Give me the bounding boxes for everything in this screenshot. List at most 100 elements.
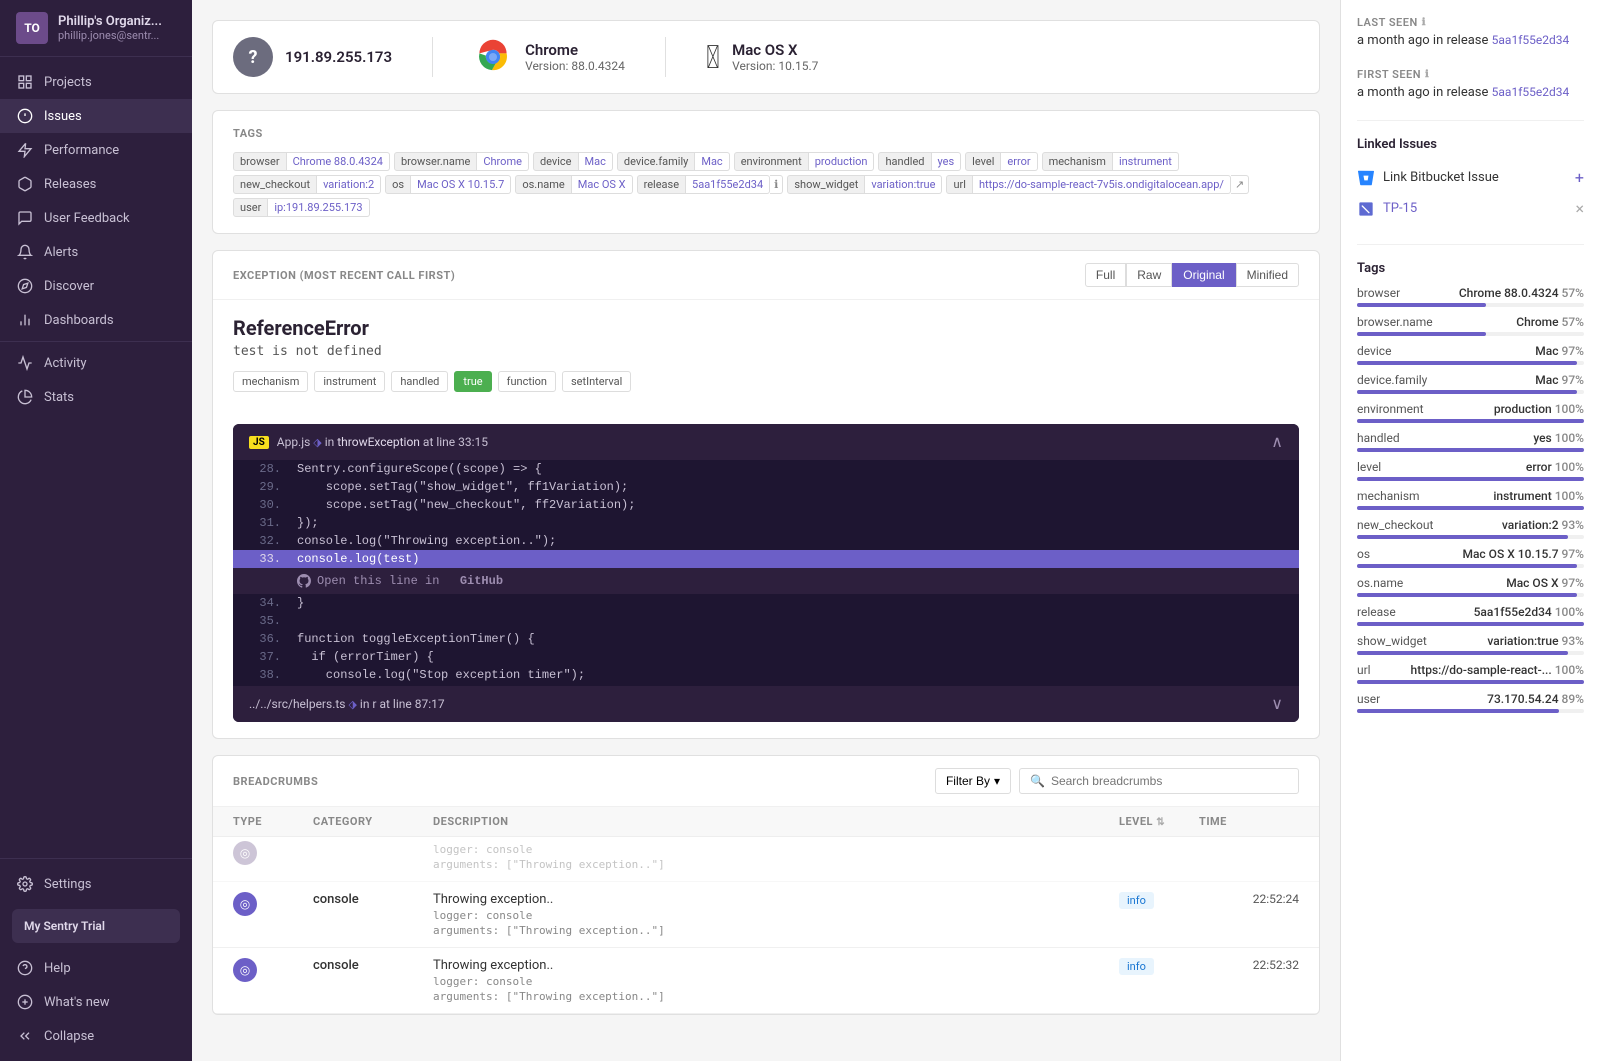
bc-desc-args-1: arguments: ["Throwing exception.."]	[433, 924, 1119, 937]
tag-stat-name: show_widget	[1357, 634, 1427, 648]
tag-stat-row: user 73.170.54.24 89%	[1357, 692, 1584, 713]
tag-key: os	[385, 175, 411, 194]
sidebar-item-discover[interactable]: Discover	[0, 269, 192, 303]
tag-key: new_checkout	[233, 175, 317, 194]
bc-desc-2: Throwing exception.. logger: console arg…	[433, 958, 1119, 1003]
sidebar-item-help[interactable]: Help	[0, 951, 192, 985]
filter-tag-mechanism[interactable]: mechanism	[233, 371, 308, 392]
tag-browser[interactable]: browser Chrome 88.0.4324	[233, 152, 390, 171]
sidebar-item-whats-new[interactable]: What's new	[0, 985, 192, 1019]
add-linked-issue-button[interactable]: +	[1575, 168, 1584, 187]
tag-value: https://do-sample-react-7v5is.ondigitalo…	[973, 175, 1231, 194]
view-raw-button[interactable]: Raw	[1126, 263, 1172, 287]
browser-details: Chrome Version: 88.0.4324	[525, 41, 625, 73]
first-seen-release-link[interactable]: 5aa1f55e2d34	[1492, 85, 1570, 99]
tag-level[interactable]: level error	[965, 152, 1037, 171]
sidebar-item-label: Performance	[44, 143, 119, 158]
sidebar-item-label: User Feedback	[44, 211, 130, 226]
tp15-left: TP-15	[1357, 200, 1417, 218]
tag-new-checkout[interactable]: new_checkout variation:2	[233, 175, 381, 194]
tag-bar-bg	[1357, 622, 1584, 626]
os-version: Version: 10.15.7	[732, 59, 818, 73]
first-seen-section: FIRST SEEN ℹ a month ago in release 5aa1…	[1357, 68, 1584, 100]
bc-level-2: info	[1119, 958, 1199, 975]
tag-key: handled	[878, 152, 931, 171]
sidebar-item-activity[interactable]: Activity	[0, 346, 192, 380]
tag-bar-fill	[1357, 564, 1577, 568]
remove-linked-issue-button[interactable]: ×	[1575, 199, 1584, 218]
sidebar-item-user-feedback[interactable]: User Feedback	[0, 201, 192, 235]
bc-level-1: info	[1119, 892, 1199, 909]
divider-2	[665, 37, 666, 77]
tag-stat-value: variation:true 93%	[1487, 634, 1584, 648]
filter-tag-function[interactable]: function	[498, 371, 556, 392]
tag-bar-fill	[1357, 390, 1577, 394]
tag-browser-name[interactable]: browser.name Chrome	[394, 152, 529, 171]
tag-user[interactable]: user ip:191.89.255.173	[233, 198, 370, 217]
bc-type-icon-1: ◎	[233, 892, 313, 916]
bc-icon-2: ◎	[233, 958, 257, 982]
sidebar: TO Phillip's Organiz... phillip.jones@se…	[0, 0, 192, 1061]
filter-by-button[interactable]: Filter By ▾	[935, 768, 1011, 794]
breadcrumbs-header: BREADCRUMBS Filter By ▾ 🔍	[213, 756, 1319, 807]
tag-key: mechanism	[1042, 152, 1113, 171]
filter-tag-instrument[interactable]: instrument	[314, 371, 385, 392]
bc-type-icon: ◎	[233, 841, 313, 865]
os-name: Mac OS X	[732, 41, 818, 59]
code-line-30: 30. scope.setTag("new_checkout", ff2Vari…	[233, 496, 1299, 514]
sidebar-item-releases[interactable]: Releases	[0, 167, 192, 201]
tag-release[interactable]: release 5aa1f55e2d34 ℹ	[637, 175, 784, 194]
bitbucket-icon	[1357, 169, 1375, 187]
tag-key: device	[533, 152, 579, 171]
sidebar-item-stats[interactable]: Stats	[0, 380, 192, 414]
tag-url[interactable]: url https://do-sample-react-7v5is.ondigi…	[946, 175, 1249, 194]
collapse-code-button[interactable]: ∧	[1271, 432, 1283, 452]
tag-environment[interactable]: environment production	[734, 152, 875, 171]
sidebar-item-label: Collapse	[44, 1029, 94, 1044]
tag-device-family[interactable]: device.family Mac	[617, 152, 730, 171]
trial-box[interactable]: My Sentry Trial	[12, 909, 180, 943]
error-type: ReferenceError	[233, 316, 1299, 340]
sidebar-item-alerts[interactable]: Alerts	[0, 235, 192, 269]
bc-time-2: 22:52:32	[1199, 958, 1299, 972]
tag-os-name[interactable]: os.name Mac OS X	[515, 175, 632, 194]
breadcrumb-search-input[interactable]	[1051, 774, 1288, 788]
first-seen-info-icon: ℹ	[1425, 69, 1429, 80]
tag-stat-value: instrument 100%	[1493, 489, 1584, 503]
bc-row-partial: ◎ logger: console arguments: ["Throwing …	[213, 837, 1319, 882]
tag-stat-name: new_checkout	[1357, 518, 1433, 532]
view-original-button[interactable]: Original	[1172, 263, 1235, 287]
code-line-29: 29. scope.setTag("show_widget", ff1Varia…	[233, 478, 1299, 496]
tag-stat-row: browser.name Chrome 57%	[1357, 315, 1584, 336]
sidebar-item-settings[interactable]: Settings	[0, 867, 192, 901]
release-info-icon: ℹ	[770, 175, 783, 194]
last-seen-release-link[interactable]: 5aa1f55e2d34	[1492, 33, 1570, 47]
tag-bar-fill	[1357, 419, 1584, 423]
tag-mechanism[interactable]: mechanism instrument	[1042, 152, 1179, 171]
tag-device[interactable]: device Mac	[533, 152, 613, 171]
tag-bar-fill	[1357, 651, 1568, 655]
github-open-link[interactable]: Open this line in GitHub	[233, 568, 1299, 594]
sidebar-item-label: Issues	[44, 109, 82, 124]
link-bitbucket-label: Link Bitbucket Issue	[1383, 170, 1499, 185]
expand-sub-code-button[interactable]: ∨	[1271, 694, 1283, 714]
tag-handled[interactable]: handled yes	[878, 152, 961, 171]
view-minified-button[interactable]: Minified	[1236, 263, 1299, 287]
code-block: JS App.js ⬗ in throwException at line 33…	[233, 424, 1299, 722]
tag-os[interactable]: os Mac OS X 10.15.7	[385, 175, 511, 194]
filter-tag-setinterval[interactable]: setInterval	[562, 371, 631, 392]
sidebar-item-projects[interactable]: Projects	[0, 65, 192, 99]
tag-stat-name: url	[1357, 663, 1371, 677]
view-full-button[interactable]: Full	[1085, 263, 1126, 287]
code-function-name: throwException	[337, 435, 420, 449]
org-header[interactable]: TO Phillip's Organiz... phillip.jones@se…	[0, 0, 192, 57]
sidebar-item-collapse[interactable]: Collapse	[0, 1019, 192, 1053]
linked-issue-id[interactable]: TP-15	[1383, 201, 1417, 216]
sidebar-item-issues[interactable]: Issues	[0, 99, 192, 133]
sidebar-item-performance[interactable]: Performance	[0, 133, 192, 167]
filter-tag-handled[interactable]: handled	[391, 371, 448, 392]
tag-show-widget[interactable]: show_widget variation:true	[787, 175, 942, 194]
tag-bar-bg	[1357, 477, 1584, 481]
sidebar-item-dashboards[interactable]: Dashboards	[0, 303, 192, 337]
filter-tag-true[interactable]: true	[454, 371, 491, 392]
